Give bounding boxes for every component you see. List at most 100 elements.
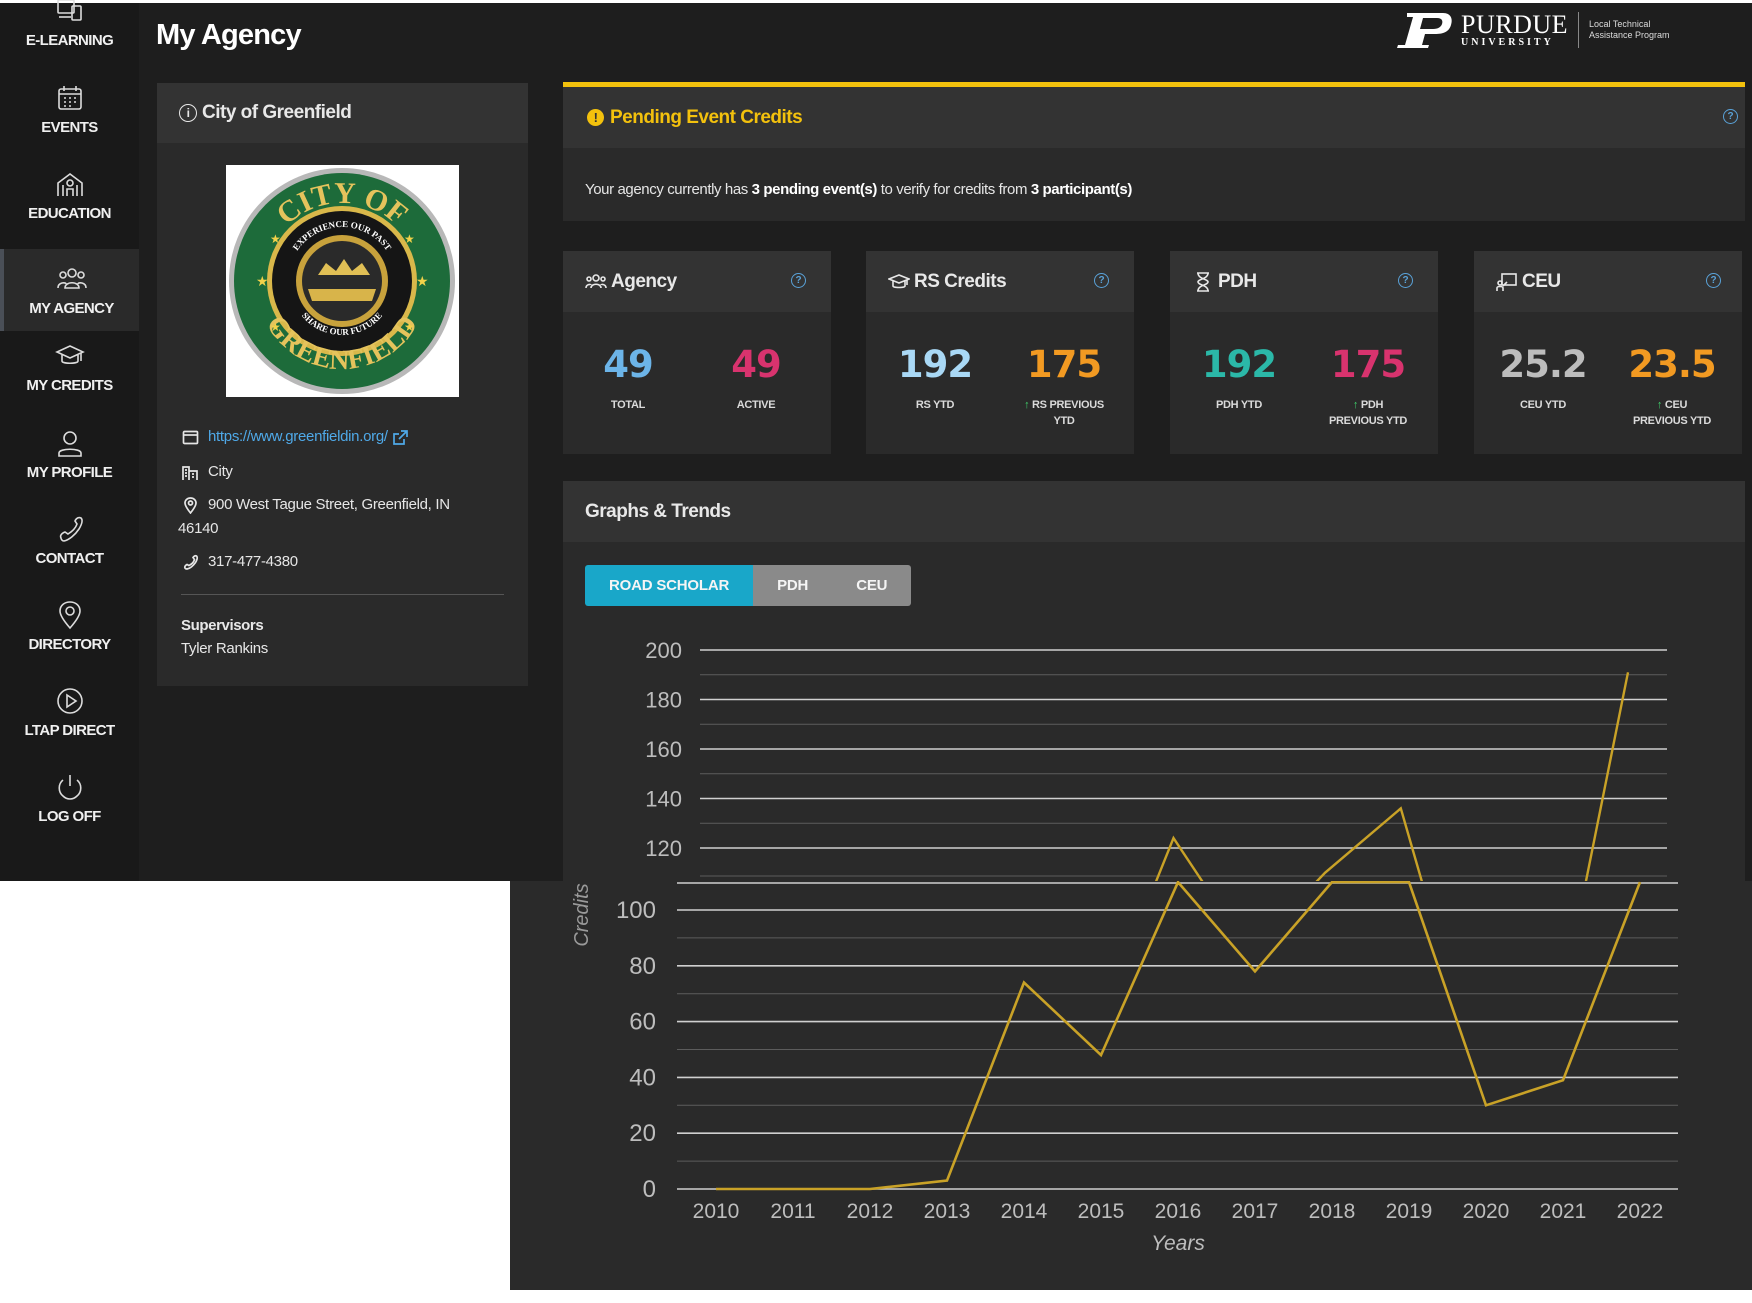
svg-text:★: ★ xyxy=(404,320,415,334)
page-title: My Agency xyxy=(156,19,302,51)
graphs-card-title: Graphs & Trends xyxy=(563,481,1745,542)
stat-card-ceu: CEU ? 25.2 23.5 CEU YTD ↑ CEU PREVIOUS YT… xyxy=(1474,251,1742,454)
sidebar-item-contact[interactable]: CONTACT xyxy=(0,499,139,581)
agency-website-link[interactable]: https://www.greenfieldin.org/ xyxy=(208,428,388,445)
tab-pdh[interactable]: PDH xyxy=(753,565,833,606)
stat-caption-secondary: ACTIVE xyxy=(691,397,821,413)
graduation-cap-icon xyxy=(888,273,910,288)
agency-address-row: 900 West Tague Street, Greenfield, IN xyxy=(182,496,450,515)
stat-caption-secondary-text-line2: YTD xyxy=(1053,415,1075,427)
browser-icon xyxy=(182,429,199,446)
stat-caption-primary: TOTAL xyxy=(610,399,646,411)
pending-message: Your agency currently has 3 pending even… xyxy=(585,181,1132,198)
stat-card-agency: Agency ? 49 49 TOTAL ACTIVE xyxy=(563,251,831,454)
stat-card-pdh: PDH ? 192 175 PDH YTD ↑ PDH PREVIOUS YTD xyxy=(1170,251,1438,454)
agency-phone-row: 317-477-4380 xyxy=(182,553,298,571)
pending-message-prefix: Your agency currently has xyxy=(585,181,752,198)
play-icon xyxy=(56,687,83,714)
pending-card-title: Pending Event Credits xyxy=(610,106,803,128)
tab-road-scholar[interactable]: ROAD SCHOLAR xyxy=(585,565,754,606)
agency-address-line2: 46140 xyxy=(178,520,219,537)
purdue-ltap-logo: PURDUE UNIVERSITY Local Technical Assist… xyxy=(1395,8,1695,52)
agency-seal-image: CITY OF GREENFIELD EXPERIENCE OUR PAST S… xyxy=(226,165,459,397)
help-icon[interactable]: ? xyxy=(1398,273,1413,288)
agency-website-row: https://www.greenfieldin.org/ xyxy=(182,428,418,446)
stat-caption-secondary-text: CEU xyxy=(1664,399,1688,411)
external-link-icon[interactable] xyxy=(392,429,409,446)
svg-text:★: ★ xyxy=(270,320,281,334)
phone-icon xyxy=(182,554,199,571)
arrow-up-icon: ↑ xyxy=(1352,399,1359,411)
agency-type: City xyxy=(208,463,233,480)
sidebar-item-my-agency[interactable]: MY AGENCY xyxy=(0,249,139,331)
sidebar-item-log-off[interactable]: LOG OFF xyxy=(0,757,139,839)
tab-ceu[interactable]: CEU xyxy=(832,565,912,606)
pending-events-count: 3 pending event(s) xyxy=(751,181,878,198)
card-divider xyxy=(181,594,504,595)
university-name: PURDUE UNIVERSITY xyxy=(1461,12,1568,48)
stat-caption-primary: CEU YTD xyxy=(1520,399,1566,411)
alert-icon: ! xyxy=(587,109,604,126)
stat-card-title: RS Credits xyxy=(914,270,1007,292)
map-pin-icon xyxy=(182,497,199,515)
help-icon[interactable]: ? xyxy=(1706,273,1721,288)
people-icon xyxy=(585,273,607,288)
pending-message-middle: to verify for credits from xyxy=(876,181,1031,198)
sidebar-item-label: MY CREDITS xyxy=(26,376,113,394)
stat-card-title: PDH xyxy=(1218,270,1257,292)
pending-participants-count: 3 participant(s) xyxy=(1030,181,1133,198)
program-line-2: Assistance Program xyxy=(1589,30,1670,40)
program-line-1: Local Technical xyxy=(1589,19,1651,29)
stat-value-secondary: 175 xyxy=(1026,343,1102,386)
sidebar-item-label: MY PROFILE xyxy=(26,463,113,481)
stat-value-secondary: 49 xyxy=(731,343,782,386)
stat-caption-secondary: ↑ PDH PREVIOUS YTD xyxy=(1303,397,1433,429)
stat-card-title: Agency xyxy=(611,270,677,292)
sidebar-item-my-credits[interactable]: MY CREDITS xyxy=(0,326,139,408)
school-icon xyxy=(56,172,83,196)
sidebar-item-e-learning[interactable]: E-LEARNING xyxy=(0,0,139,63)
brand-divider xyxy=(1578,12,1580,48)
agency-address: 900 West Tague Street, Greenfield, IN xyxy=(208,496,450,513)
stat-caption-secondary-text: ACTIVE xyxy=(736,399,776,411)
svg-text:★: ★ xyxy=(404,232,415,246)
stat-caption-primary: RS YTD xyxy=(915,399,955,411)
page-background-strip xyxy=(510,1290,1752,1303)
chart-panel-inner xyxy=(522,881,1752,1285)
sidebar-item-education[interactable]: EDUCATION xyxy=(0,154,139,236)
stat-card-rs-credits: RS Credits ? 192 175 RS YTD ↑ RS PREVIOU… xyxy=(866,251,1134,454)
supervisor-name: Tyler Rankins xyxy=(181,640,268,657)
sidebar-item-my-profile[interactable]: MY PROFILE xyxy=(0,413,139,495)
phone-icon xyxy=(59,516,83,542)
help-icon[interactable]: ? xyxy=(1094,273,1109,288)
stat-caption-secondary: ↑ CEU PREVIOUS YTD xyxy=(1607,397,1737,429)
sidebar-item-label: E-LEARNING xyxy=(25,31,114,49)
agency-name: City of Greenfield xyxy=(202,102,352,123)
agency-card-header: i City of Greenfield xyxy=(157,83,528,143)
stat-value-secondary: 175 xyxy=(1330,343,1406,386)
agency-phone: 317-477-4380 xyxy=(208,553,298,570)
help-icon[interactable]: ? xyxy=(791,273,806,288)
chart-panel-lower xyxy=(510,881,1752,1303)
sidebar-item-label: LTAP DIRECT xyxy=(24,721,115,739)
city-seal-icon: CITY OF GREENFIELD EXPERIENCE OUR PAST S… xyxy=(229,168,455,394)
university-wordmark: PURDUE xyxy=(1461,10,1569,39)
sidebar-item-label: LOG OFF xyxy=(38,807,101,825)
stat-card-header: CEU xyxy=(1474,251,1742,312)
agency-address-line2-row: 46140 xyxy=(178,520,219,537)
sidebar-item-label: MY AGENCY xyxy=(29,299,114,317)
graph-tabs: ROAD SCHOLAR PDH CEU xyxy=(585,565,912,606)
help-icon[interactable]: ? xyxy=(1723,109,1738,124)
sidebar-item-directory[interactable]: DIRECTORY xyxy=(0,585,139,667)
program-name: Local Technical Assistance Program xyxy=(1589,19,1670,41)
sidebar-item-label: CONTACT xyxy=(35,549,104,567)
stat-caption-secondary-text: PDH xyxy=(1360,399,1384,411)
city-building-icon xyxy=(182,464,199,481)
sidebar-item-events[interactable]: EVENTS xyxy=(0,68,139,150)
stat-caption-secondary: ↑ RS PREVIOUS YTD xyxy=(999,397,1129,429)
sidebar-item-ltap-direct[interactable]: LTAP DIRECT xyxy=(0,671,139,753)
stat-caption-secondary-text-line2: PREVIOUS YTD xyxy=(1328,415,1408,427)
calendar-icon xyxy=(57,85,82,110)
presentation-icon xyxy=(1496,272,1517,291)
sidebar: E-LEARNING EVENTS EDUCATION MY AGENCY MY… xyxy=(0,0,139,881)
